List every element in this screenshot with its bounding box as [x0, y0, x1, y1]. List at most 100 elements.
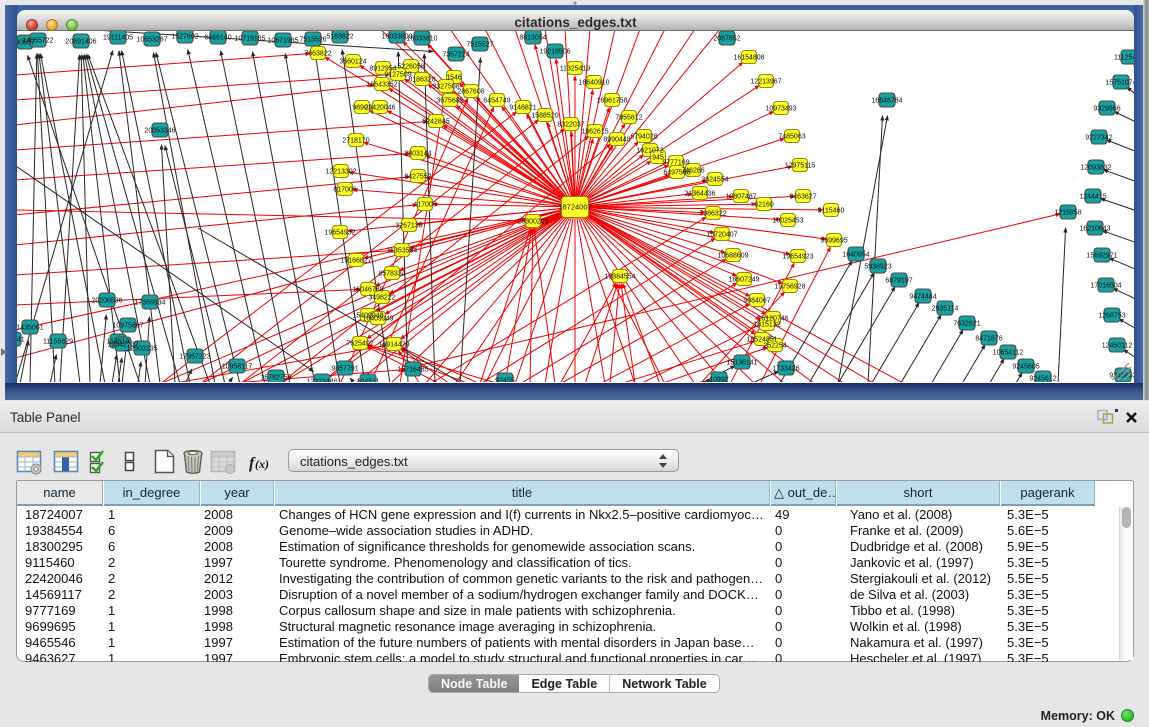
- svg-text:9146821: 9146821: [509, 105, 536, 112]
- svg-text:5163822: 5163822: [326, 34, 353, 41]
- svg-text:18607249: 18607249: [728, 277, 759, 284]
- svg-text:9115460: 9115460: [818, 208, 845, 215]
- svg-text:1527602: 1527602: [171, 34, 198, 41]
- svg-text:7485063: 7485063: [778, 134, 805, 141]
- svg-text:98901: 98901: [352, 105, 372, 112]
- svg-text:2803144: 2803144: [404, 151, 431, 158]
- svg-text:7515527: 7515527: [466, 42, 493, 49]
- svg-text:10973493: 10973493: [765, 106, 796, 113]
- svg-text:3498222: 3498222: [368, 295, 395, 302]
- svg-text:11125419: 11125419: [1114, 55, 1134, 62]
- svg-text:25300203: 25300203: [517, 219, 548, 226]
- svg-text:817006: 817006: [333, 187, 356, 194]
- svg-text:10807487: 10807487: [725, 194, 756, 201]
- svg-text:9227342: 9227342: [1085, 135, 1112, 142]
- svg-text:9327508: 9327508: [432, 84, 459, 91]
- svg-text:12213302: 12213302: [325, 169, 356, 176]
- svg-text:12450112: 12450112: [1102, 343, 1133, 350]
- svg-text:9474444: 9474444: [909, 294, 936, 301]
- svg-text:9857791: 9857791: [331, 366, 358, 373]
- svg-text:8427552: 8427552: [404, 174, 431, 181]
- svg-text:2087652: 2087652: [713, 36, 740, 43]
- svg-text:1215958: 1215958: [1054, 210, 1081, 217]
- svg-text:16409949: 16409949: [362, 316, 393, 323]
- svg-text:12093832: 12093832: [1080, 165, 1111, 172]
- svg-text:7986322: 7986322: [699, 211, 726, 218]
- svg-text:7357224: 7357224: [442, 52, 469, 59]
- svg-text:3624554: 3624554: [701, 177, 728, 184]
- svg-text:11353594: 11353594: [387, 248, 418, 255]
- svg-text:9699695: 9699695: [820, 238, 847, 245]
- svg-text:1733426: 1733426: [772, 366, 799, 373]
- svg-text:16648784: 16648784: [871, 98, 902, 105]
- svg-text:3660124: 3660124: [339, 59, 366, 66]
- svg-text:8471876: 8471876: [975, 336, 1002, 343]
- svg-text:8578334: 8578334: [378, 271, 405, 278]
- svg-text:10671985: 10671985: [267, 38, 298, 45]
- svg-text:6794028: 6794028: [630, 134, 657, 141]
- svg-text:16782759: 16782759: [260, 375, 291, 382]
- svg-text:11325419: 11325419: [560, 66, 591, 73]
- svg-text:20053346: 20053346: [144, 128, 175, 135]
- svg-text:9084067: 9084067: [743, 298, 770, 305]
- svg-text:391541: 391541: [17, 337, 25, 344]
- svg-text:15751074: 15751074: [1105, 80, 1134, 87]
- svg-text:5226058: 5226058: [397, 64, 424, 71]
- svg-text:10992: 10992: [709, 377, 729, 383]
- svg-text:19384554: 19384554: [604, 274, 635, 281]
- svg-text:417006: 417006: [413, 202, 436, 209]
- svg-text:7625402: 7625402: [346, 341, 373, 348]
- svg-text:62160: 62160: [754, 202, 774, 209]
- svg-text:1362615: 1362615: [581, 129, 608, 136]
- svg-text:10025453: 10025453: [772, 218, 803, 225]
- svg-text:10719185: 10719185: [234, 36, 265, 43]
- svg-text:16914479: 16914479: [378, 342, 409, 349]
- svg-text:19654923: 19654923: [782, 254, 813, 261]
- svg-text:6466140: 6466140: [204, 35, 231, 42]
- svg-text:8186328: 8186328: [408, 77, 435, 84]
- svg-text:17016504: 17016504: [1090, 283, 1121, 290]
- svg-text:17359934: 17359934: [134, 300, 165, 307]
- svg-text:10688609: 10688609: [717, 253, 748, 260]
- svg-text:1640954: 1640954: [842, 252, 869, 259]
- svg-text:2867608: 2867608: [457, 89, 484, 96]
- svg-text:6879197: 6879197: [885, 278, 912, 285]
- svg-text:21364436: 21364436: [684, 191, 715, 198]
- svg-text:9242845: 9242845: [422, 119, 449, 126]
- svg-text:15720407: 15720407: [706, 232, 737, 239]
- svg-text:1621072: 1621072: [636, 148, 663, 155]
- svg-text:19111405: 19111405: [103, 35, 133, 42]
- svg-text:12975115: 12975115: [785, 163, 816, 170]
- svg-text:11156829: 11156829: [43, 339, 73, 346]
- svg-text:19166827: 19166827: [340, 258, 371, 265]
- svg-text:16033810: 16033810: [406, 36, 437, 43]
- svg-text:16543352: 16543352: [366, 82, 397, 89]
- svg-text:20691406: 20691406: [65, 39, 96, 46]
- svg-text:20206536: 20206536: [91, 298, 122, 305]
- svg-text:6497568: 6497568: [663, 170, 690, 177]
- svg-text:12342737: 12342737: [107, 342, 138, 349]
- svg-text:1615132: 1615132: [753, 322, 780, 329]
- svg-text:8322037: 8322037: [557, 122, 584, 129]
- svg-text:9245612: 9245612: [1029, 376, 1056, 383]
- svg-text:7632621: 7632621: [953, 321, 980, 328]
- svg-text:12213967: 12213967: [750, 79, 781, 86]
- svg-text:9245605: 9245605: [1012, 364, 1039, 371]
- svg-text:16961758: 16961758: [596, 98, 627, 105]
- svg-text:15136141: 15136141: [726, 360, 757, 367]
- svg-text:16640910: 16640910: [578, 80, 609, 87]
- svg-text:92455: 92455: [495, 378, 515, 383]
- svg-text:16154808: 16154808: [733, 55, 764, 62]
- svg-text:10653287: 10653287: [136, 37, 167, 44]
- svg-text:1588520: 1588520: [531, 113, 558, 120]
- svg-text:15716485: 15716485: [397, 367, 428, 374]
- svg-text:5938923: 5938923: [864, 264, 891, 271]
- svg-text:104511: 104511: [357, 379, 380, 383]
- svg-text:1268753: 1268753: [1098, 313, 1125, 320]
- svg-text:19756928: 19756928: [774, 284, 805, 291]
- svg-text:9777169: 9777169: [662, 160, 689, 167]
- svg-text:15692971: 15692971: [1086, 253, 1117, 260]
- svg-text:3267130: 3267130: [395, 223, 422, 230]
- svg-text:7515526: 7515526: [299, 37, 326, 44]
- svg-text:8990448: 8990448: [603, 137, 630, 144]
